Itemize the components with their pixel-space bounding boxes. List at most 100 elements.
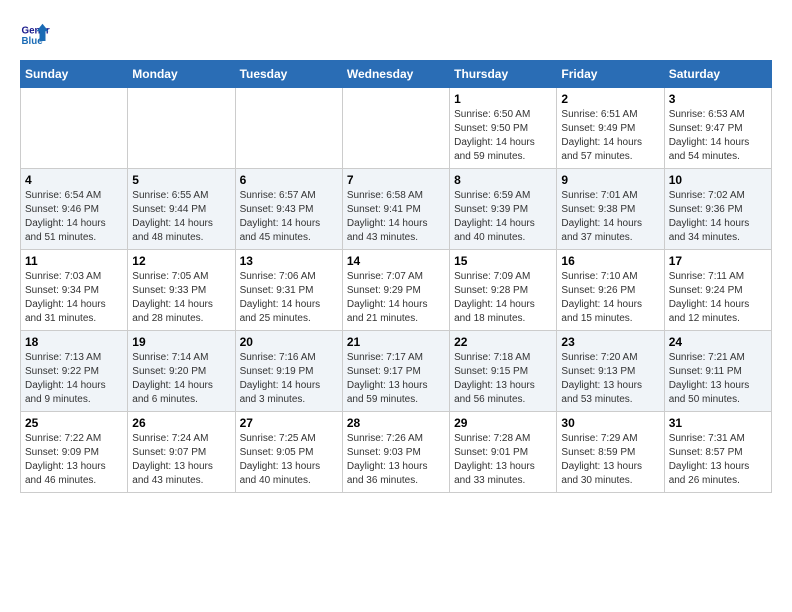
day-cell xyxy=(128,88,235,169)
day-number: 31 xyxy=(669,416,767,430)
header-tuesday: Tuesday xyxy=(235,61,342,88)
day-number: 27 xyxy=(240,416,338,430)
day-cell: 18 Sunrise: 7:13 AM Sunset: 9:22 PM Dayli… xyxy=(21,331,128,412)
day-cell: 16 Sunrise: 7:10 AM Sunset: 9:26 PM Dayli… xyxy=(557,250,664,331)
day-cell: 13 Sunrise: 7:06 AM Sunset: 9:31 PM Dayli… xyxy=(235,250,342,331)
day-number: 6 xyxy=(240,173,338,187)
day-info: Sunrise: 7:09 AM Sunset: 9:28 PM Dayligh… xyxy=(454,270,552,326)
day-cell: 20Sunrise: 7:16 AM Sunset: 9:19 PM Dayli… xyxy=(235,331,342,412)
day-number: 7 xyxy=(347,173,445,187)
day-number: 30 xyxy=(561,416,659,430)
day-info: Sunrise: 7:24 AM Sunset: 9:07 PM Dayligh… xyxy=(132,432,230,488)
day-cell: 25Sunrise: 7:22 AM Sunset: 9:09 PM Dayli… xyxy=(21,412,128,493)
day-cell: 5 Sunrise: 6:55 AM Sunset: 9:44 PM Daylig… xyxy=(128,169,235,250)
day-info: Sunrise: 7:26 AM Sunset: 9:03 PM Dayligh… xyxy=(347,432,445,488)
day-number: 16 xyxy=(561,254,659,268)
day-cell: 1 Sunrise: 6:50 AM Sunset: 9:50 PM Daylig… xyxy=(450,88,557,169)
day-info: Sunrise: 7:29 AM Sunset: 8:59 PM Dayligh… xyxy=(561,432,659,488)
day-cell: 2 Sunrise: 6:51 AM Sunset: 9:49 PM Daylig… xyxy=(557,88,664,169)
day-cell: 24Sunrise: 7:21 AM Sunset: 9:11 PM Dayli… xyxy=(664,331,771,412)
page-header: General Blue xyxy=(20,20,772,50)
day-number: 17 xyxy=(669,254,767,268)
day-info: Sunrise: 7:07 AM Sunset: 9:29 PM Dayligh… xyxy=(347,270,445,326)
day-cell: 10 Sunrise: 7:02 AM Sunset: 9:36 PM Dayli… xyxy=(664,169,771,250)
day-info: Sunrise: 7:10 AM Sunset: 9:26 PM Dayligh… xyxy=(561,270,659,326)
day-cell: 12Sunrise: 7:05 AM Sunset: 9:33 PM Dayli… xyxy=(128,250,235,331)
day-number: 21 xyxy=(347,335,445,349)
day-info: Sunrise: 6:58 AM Sunset: 9:41 PM Dayligh… xyxy=(347,189,445,245)
day-cell xyxy=(21,88,128,169)
day-cell: 8 Sunrise: 6:59 AM Sunset: 9:39 PM Daylig… xyxy=(450,169,557,250)
day-info: Sunrise: 7:02 AM Sunset: 9:36 PM Dayligh… xyxy=(669,189,767,245)
day-number: 23 xyxy=(561,335,659,349)
week-row-2: 4Sunrise: 6:54 AM Sunset: 9:46 PM Daylig… xyxy=(21,169,772,250)
day-cell: 4Sunrise: 6:54 AM Sunset: 9:46 PM Daylig… xyxy=(21,169,128,250)
day-number: 9 xyxy=(561,173,659,187)
day-info: Sunrise: 7:25 AM Sunset: 9:05 PM Dayligh… xyxy=(240,432,338,488)
day-number: 11 xyxy=(25,254,123,268)
day-info: Sunrise: 6:57 AM Sunset: 9:43 PM Dayligh… xyxy=(240,189,338,245)
header-monday: Monday xyxy=(128,61,235,88)
day-cell: 3Sunrise: 6:53 AM Sunset: 9:47 PM Daylig… xyxy=(664,88,771,169)
day-info: Sunrise: 6:55 AM Sunset: 9:44 PM Dayligh… xyxy=(132,189,230,245)
day-number: 18 xyxy=(25,335,123,349)
day-number: 10 xyxy=(669,173,767,187)
day-info: Sunrise: 7:21 AM Sunset: 9:11 PM Dayligh… xyxy=(669,351,767,407)
header-sunday: Sunday xyxy=(21,61,128,88)
day-number: 13 xyxy=(240,254,338,268)
day-info: Sunrise: 7:18 AM Sunset: 9:15 PM Dayligh… xyxy=(454,351,552,407)
week-row-4: 18 Sunrise: 7:13 AM Sunset: 9:22 PM Dayli… xyxy=(21,331,772,412)
day-number: 2 xyxy=(561,92,659,106)
day-cell: 22 Sunrise: 7:18 AM Sunset: 9:15 PM Dayli… xyxy=(450,331,557,412)
day-info: Sunrise: 6:50 AM Sunset: 9:50 PM Dayligh… xyxy=(454,108,552,164)
day-info: Sunrise: 7:31 AM Sunset: 8:57 PM Dayligh… xyxy=(669,432,767,488)
day-number: 29 xyxy=(454,416,552,430)
day-info: Sunrise: 7:16 AM Sunset: 9:19 PM Dayligh… xyxy=(240,351,338,407)
calendar-table: SundayMondayTuesdayWednesdayThursdayFrid… xyxy=(20,60,772,493)
day-number: 26 xyxy=(132,416,230,430)
day-cell: 21 Sunrise: 7:17 AM Sunset: 9:17 PM Dayli… xyxy=(342,331,449,412)
day-cell: 27 Sunrise: 7:25 AM Sunset: 9:05 PM Dayli… xyxy=(235,412,342,493)
day-number: 1 xyxy=(454,92,552,106)
day-info: Sunrise: 7:03 AM Sunset: 9:34 PM Dayligh… xyxy=(25,270,123,326)
day-info: Sunrise: 7:01 AM Sunset: 9:38 PM Dayligh… xyxy=(561,189,659,245)
day-number: 19 xyxy=(132,335,230,349)
day-cell: 11 Sunrise: 7:03 AM Sunset: 9:34 PM Dayli… xyxy=(21,250,128,331)
day-info: Sunrise: 7:17 AM Sunset: 9:17 PM Dayligh… xyxy=(347,351,445,407)
day-cell xyxy=(342,88,449,169)
day-number: 14 xyxy=(347,254,445,268)
day-info: Sunrise: 7:05 AM Sunset: 9:33 PM Dayligh… xyxy=(132,270,230,326)
day-info: Sunrise: 7:22 AM Sunset: 9:09 PM Dayligh… xyxy=(25,432,123,488)
week-row-5: 25Sunrise: 7:22 AM Sunset: 9:09 PM Dayli… xyxy=(21,412,772,493)
day-info: Sunrise: 7:11 AM Sunset: 9:24 PM Dayligh… xyxy=(669,270,767,326)
header-friday: Friday xyxy=(557,61,664,88)
day-cell: 17 Sunrise: 7:11 AM Sunset: 9:24 PM Dayli… xyxy=(664,250,771,331)
day-cell: 29Sunrise: 7:28 AM Sunset: 9:01 PM Dayli… xyxy=(450,412,557,493)
day-cell: 6 Sunrise: 6:57 AM Sunset: 9:43 PM Daylig… xyxy=(235,169,342,250)
day-cell: 14 Sunrise: 7:07 AM Sunset: 9:29 PM Dayli… xyxy=(342,250,449,331)
day-info: Sunrise: 6:59 AM Sunset: 9:39 PM Dayligh… xyxy=(454,189,552,245)
day-number: 15 xyxy=(454,254,552,268)
day-number: 8 xyxy=(454,173,552,187)
day-info: Sunrise: 6:53 AM Sunset: 9:47 PM Dayligh… xyxy=(669,108,767,164)
day-cell: 7 Sunrise: 6:58 AM Sunset: 9:41 PM Daylig… xyxy=(342,169,449,250)
day-info: Sunrise: 7:06 AM Sunset: 9:31 PM Dayligh… xyxy=(240,270,338,326)
day-cell: 23 Sunrise: 7:20 AM Sunset: 9:13 PM Dayli… xyxy=(557,331,664,412)
day-cell xyxy=(235,88,342,169)
week-row-3: 11 Sunrise: 7:03 AM Sunset: 9:34 PM Dayli… xyxy=(21,250,772,331)
day-cell: 28 Sunrise: 7:26 AM Sunset: 9:03 PM Dayli… xyxy=(342,412,449,493)
day-info: Sunrise: 7:20 AM Sunset: 9:13 PM Dayligh… xyxy=(561,351,659,407)
logo: General Blue xyxy=(20,20,54,50)
day-cell: 9 Sunrise: 7:01 AM Sunset: 9:38 PM Daylig… xyxy=(557,169,664,250)
day-cell: 31 Sunrise: 7:31 AM Sunset: 8:57 PM Dayli… xyxy=(664,412,771,493)
day-cell: 26 Sunrise: 7:24 AM Sunset: 9:07 PM Dayli… xyxy=(128,412,235,493)
day-info: Sunrise: 7:13 AM Sunset: 9:22 PM Dayligh… xyxy=(25,351,123,407)
day-number: 22 xyxy=(454,335,552,349)
day-number: 5 xyxy=(132,173,230,187)
day-number: 28 xyxy=(347,416,445,430)
day-info: Sunrise: 7:14 AM Sunset: 9:20 PM Dayligh… xyxy=(132,351,230,407)
day-cell: 30 Sunrise: 7:29 AM Sunset: 8:59 PM Dayli… xyxy=(557,412,664,493)
header-wednesday: Wednesday xyxy=(342,61,449,88)
day-info: Sunrise: 6:51 AM Sunset: 9:49 PM Dayligh… xyxy=(561,108,659,164)
day-info: Sunrise: 6:54 AM Sunset: 9:46 PM Dayligh… xyxy=(25,189,123,245)
